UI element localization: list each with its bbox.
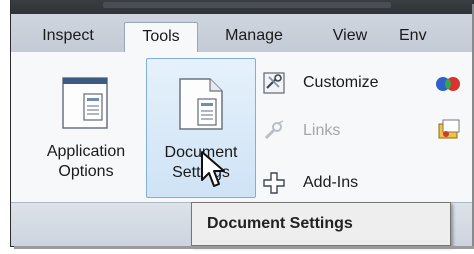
tab-environments[interactable]: Env: [399, 22, 459, 52]
add-ins-button[interactable]: Add-Ins: [263, 170, 423, 196]
customize-button[interactable]: Customize: [263, 70, 423, 96]
customize-label: Customize: [303, 74, 379, 91]
mouse-pointer-icon: [200, 150, 228, 195]
tooltip: Document Settings: [191, 202, 451, 246]
tooltip-text: Document Settings: [207, 215, 353, 232]
links-icon: [263, 120, 285, 142]
tab-view[interactable]: View: [317, 22, 383, 52]
application-options-line2: Options: [58, 163, 114, 180]
extra-ribbon-icon-1[interactable]: [435, 74, 463, 99]
links-label: Links: [303, 122, 341, 139]
links-button[interactable]: Links: [263, 118, 423, 144]
add-ins-icon: [263, 172, 285, 194]
tab-manage[interactable]: Manage: [204, 22, 304, 52]
tab-tools[interactable]: Tools: [124, 22, 198, 54]
application-options-label: Application Options: [31, 142, 141, 182]
window-shadow-bottom: [14, 246, 474, 249]
application-options-button[interactable]: Application Options: [31, 58, 141, 198]
application-options-icon: [61, 70, 111, 135]
application-options-line1: Application: [46, 143, 126, 160]
document-settings-icon: [176, 71, 226, 136]
customize-icon: [263, 72, 285, 94]
ribbon-tab-bar: Inspect Tools Manage View Env: [11, 14, 473, 54]
tab-inspect[interactable]: Inspect: [19, 22, 117, 52]
title-bar-handle[interactable]: [103, 2, 391, 8]
title-bar: [11, 0, 473, 14]
extra-ribbon-icon-2[interactable]: [437, 118, 463, 147]
add-ins-label: Add-Ins: [303, 174, 359, 191]
ribbon-panel: Application Options Document Settings: [11, 52, 473, 202]
